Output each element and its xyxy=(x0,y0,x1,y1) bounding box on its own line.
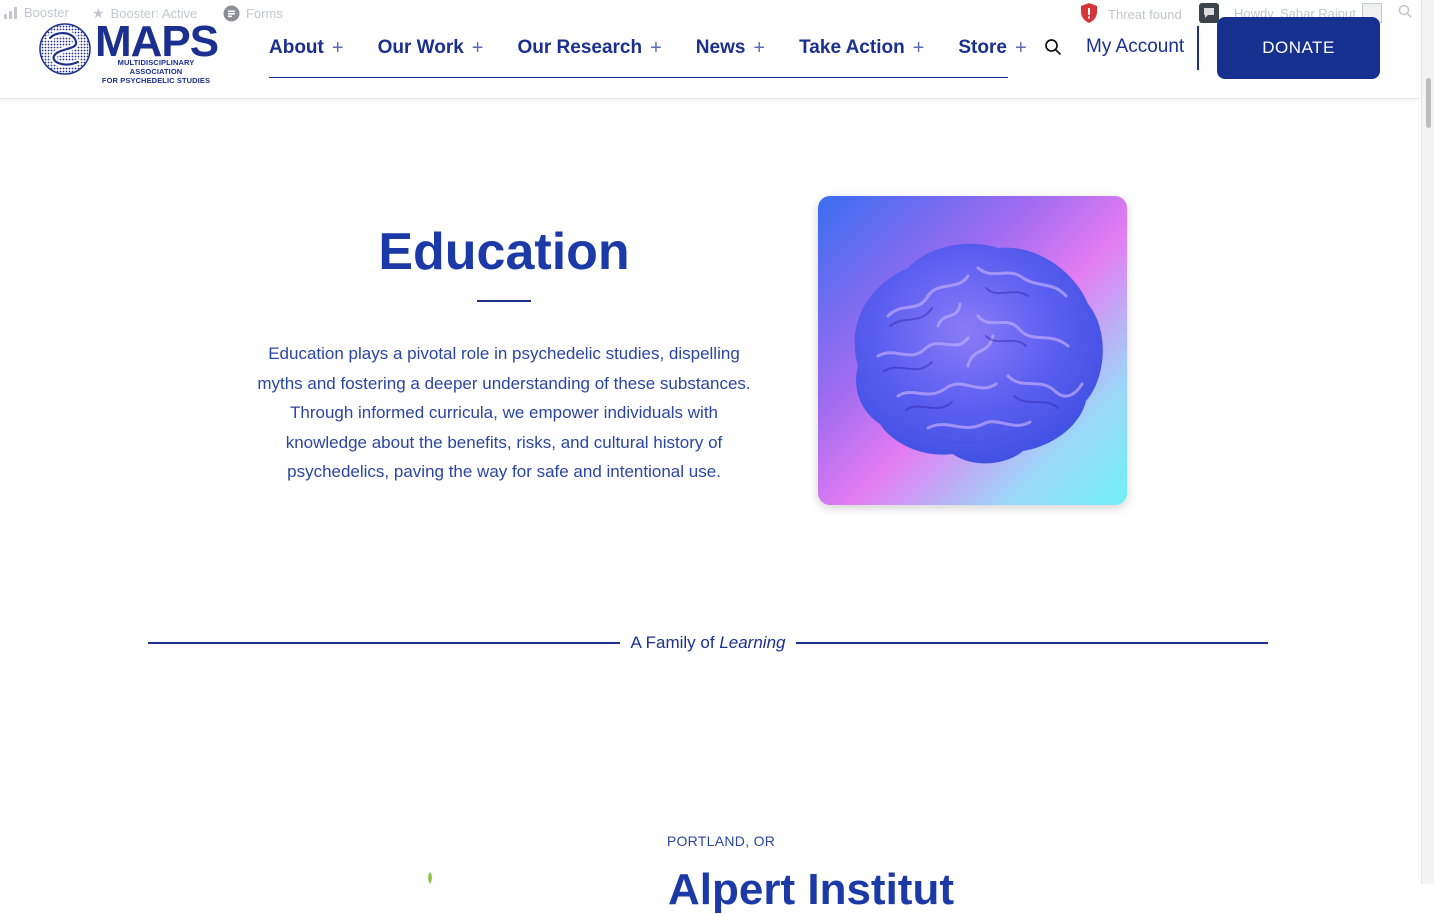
nav-item-label: About xyxy=(269,37,324,58)
expand-plus-icon[interactable]: + xyxy=(332,37,344,60)
section-divider-prefix: A Family of xyxy=(630,633,720,652)
nav-item-label: Our Research xyxy=(517,37,643,58)
expand-plus-icon[interactable]: + xyxy=(650,37,662,60)
nav-item-about[interactable]: About + xyxy=(269,30,344,66)
logo-subtitle-line1: MULTIDISCIPLINARY ASSOCIATION xyxy=(117,58,195,76)
location-label: PORTLAND, OR xyxy=(666,833,776,849)
site-header: MAPS MULTIDISCIPLINARY ASSOCIATION FOR P… xyxy=(0,0,1420,99)
divider-line-left xyxy=(148,642,620,644)
title-underline xyxy=(477,300,531,302)
nav-item-label: Our Work xyxy=(377,37,464,58)
my-account-link[interactable]: My Account xyxy=(1086,36,1184,58)
institute-title: Alpert Institut xyxy=(668,865,954,914)
main-nav: About + Our Work + Our Research + News +… xyxy=(269,30,1027,78)
nav-item-label: Take Action xyxy=(799,37,905,58)
nav-item-take-action[interactable]: Take Action + xyxy=(799,30,924,66)
header-divider xyxy=(1197,26,1199,70)
expand-plus-icon[interactable]: + xyxy=(1015,37,1027,60)
section-divider-label: A Family of Learning xyxy=(620,633,796,653)
hero-description: Education plays a pivotal role in psyche… xyxy=(257,344,751,482)
page-scrollbar[interactable] xyxy=(1421,0,1434,884)
maps-logo[interactable]: MAPS MULTIDISCIPLINARY ASSOCIATION FOR P… xyxy=(38,20,228,85)
nav-item-label: Store xyxy=(958,37,1007,58)
expand-plus-icon[interactable]: + xyxy=(913,37,925,60)
logo-subtitle: MULTIDISCIPLINARY ASSOCIATION FOR PSYCHE… xyxy=(95,58,217,85)
brain-image xyxy=(818,196,1127,505)
search-icon[interactable] xyxy=(1044,38,1062,56)
section-divider-emphasis: Learning xyxy=(719,633,786,652)
scrollbar-thumb[interactable] xyxy=(1426,78,1431,128)
expand-plus-icon[interactable]: + xyxy=(472,37,484,60)
nav-item-store[interactable]: Store + xyxy=(958,30,1026,66)
divider-line-right xyxy=(796,642,1268,644)
logo-subtitle-line2: FOR PSYCHEDELIC STUDIES xyxy=(101,76,211,85)
nav-item-news[interactable]: News + xyxy=(696,30,765,66)
page-title: Education xyxy=(378,223,630,281)
brain-illustration xyxy=(854,243,1103,464)
logo-globe-icon xyxy=(39,23,91,75)
nav-item-label: News xyxy=(695,37,746,58)
donate-button[interactable]: DONATE xyxy=(1217,17,1380,79)
leaf-icon xyxy=(428,872,432,884)
expand-plus-icon[interactable]: + xyxy=(753,37,765,60)
nav-item-our-research[interactable]: Our Research + xyxy=(517,30,661,66)
nav-item-our-work[interactable]: Our Work + xyxy=(378,30,484,66)
